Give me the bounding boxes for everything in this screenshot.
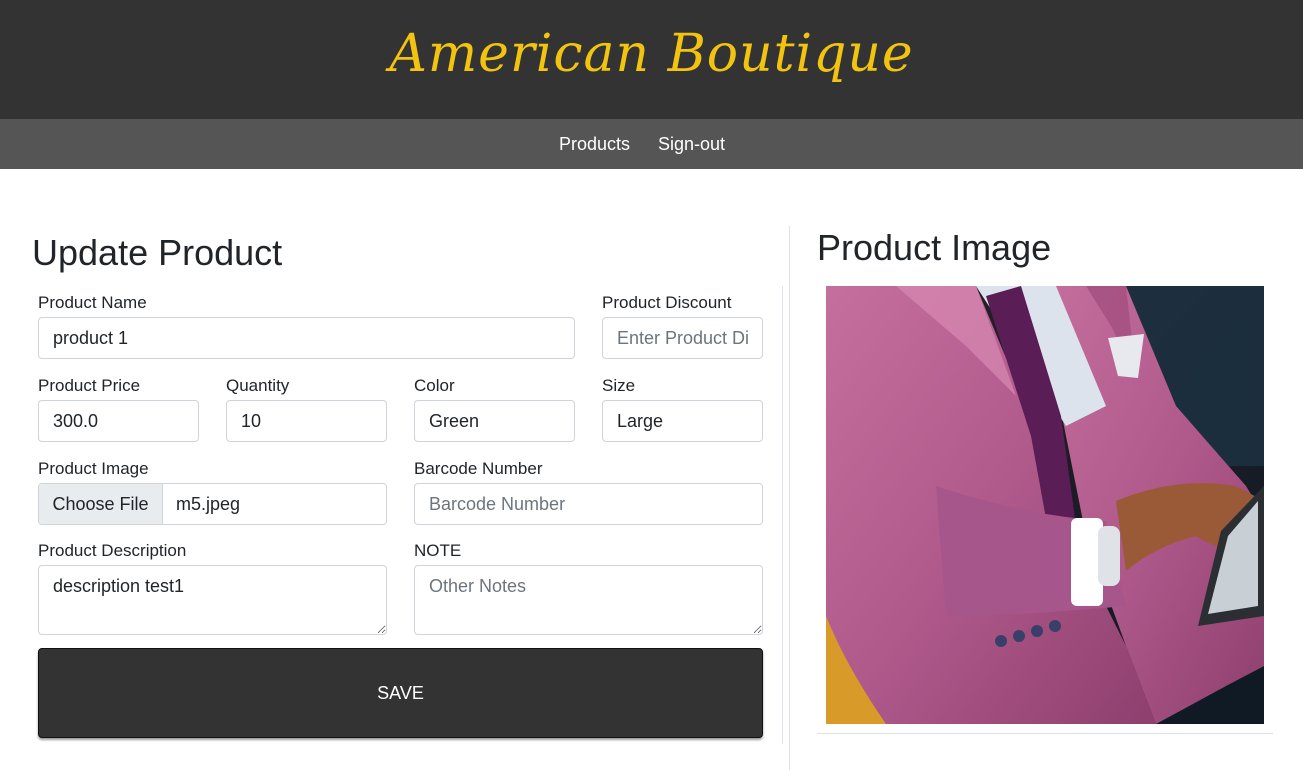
color-input[interactable] [414, 400, 575, 442]
nav-sign-out-link[interactable]: Sign-out [658, 134, 725, 154]
note-label: NOTE [414, 541, 462, 560]
color-label: Color [414, 376, 455, 395]
image-underline [817, 733, 1273, 734]
barcode-input[interactable] [414, 483, 763, 525]
product-name-label: Product Name [38, 293, 147, 312]
product-image-preview [826, 286, 1264, 724]
product-price-input[interactable] [38, 400, 199, 442]
product-image-label: Product Image [38, 459, 149, 478]
product-description-textarea[interactable]: description test1 [38, 565, 387, 635]
product-image-file-input[interactable]: Choose File m5.jpeg [38, 483, 387, 525]
brand-logo[interactable]: American Boutique [0, 14, 1303, 94]
quantity-input[interactable] [226, 400, 387, 442]
size-input[interactable] [602, 400, 763, 442]
size-label: Size [602, 376, 636, 395]
product-description-label: Product Description [38, 541, 187, 560]
column-divider [789, 226, 790, 770]
product-discount-input[interactable] [602, 317, 763, 359]
page-title: Update Product [32, 232, 283, 273]
main-nav: Products Sign-out [0, 119, 1303, 169]
quantity-label: Quantity [226, 376, 290, 395]
note-textarea[interactable] [414, 565, 763, 635]
save-button[interactable]: SAVE [38, 648, 763, 738]
site-header: American Boutique [0, 0, 1303, 119]
product-discount-label: Product Discount [602, 293, 732, 312]
product-name-input[interactable] [38, 317, 575, 359]
selected-file-name: m5.jpeg [176, 494, 241, 514]
product-image-title: Product Image [817, 227, 1052, 268]
nav-products-link[interactable]: Products [559, 134, 630, 154]
barcode-label: Barcode Number [414, 459, 543, 478]
choose-file-button[interactable]: Choose File [39, 484, 163, 524]
form-divider [782, 286, 783, 744]
product-price-label: Product Price [38, 376, 141, 395]
